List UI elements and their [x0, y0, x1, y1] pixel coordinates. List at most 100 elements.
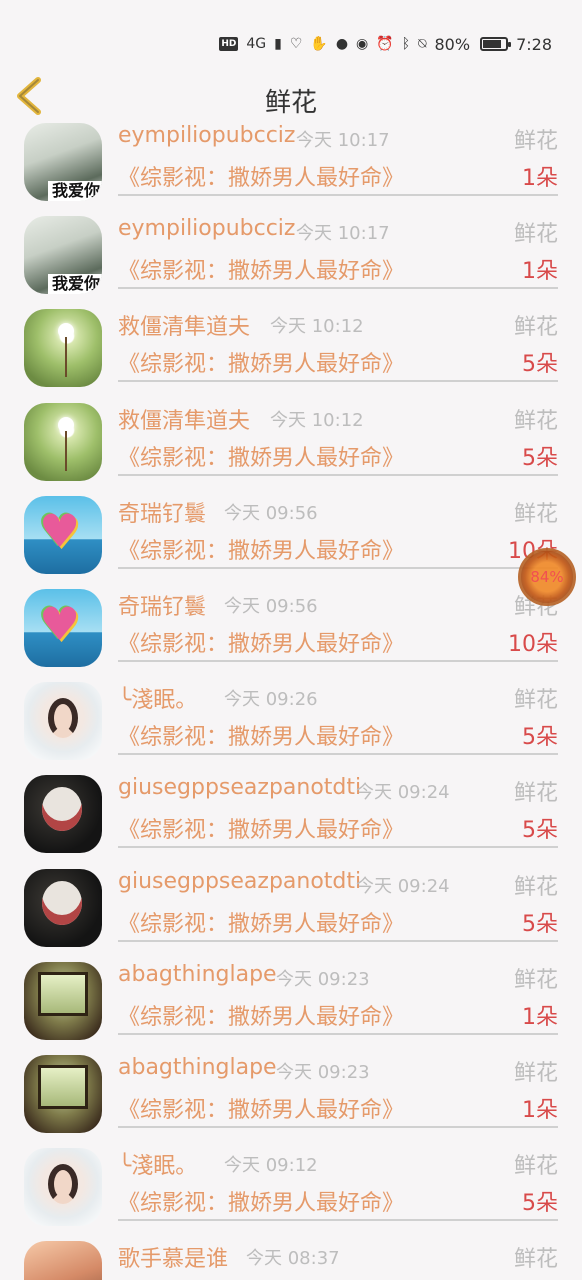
flower-list: 我爱你 eympiliopubcciz 今天 10:17 鲜花 《综影视：撒娇男人最好命… [0, 118, 582, 1280]
user-name[interactable]: ╰淺眠。 [118, 1148, 197, 1180]
program-title[interactable]: 《综影视：撒娇男人最好命》 [118, 999, 404, 1031]
alarm-icon: ⏰ [376, 36, 394, 52]
gift-type-label: 鲜花 [513, 781, 558, 807]
list-item[interactable]: giusegppseazpanotdti 今天 09:24 鲜花 《综影视：撒娇男人最… [0, 770, 582, 863]
user-name[interactable]: 救僵清隼道夫 [118, 309, 250, 341]
gift-type-label: 鲜花 [513, 129, 558, 154]
user-name[interactable]: giusegppseazpanotdti [118, 869, 361, 894]
divider [118, 1125, 558, 1128]
program-title[interactable]: 《综影视：撒娇男人最好命》 [118, 1185, 404, 1217]
avatar[interactable]: ♥ [24, 588, 102, 667]
user-name[interactable]: eympiliopubcciz [118, 123, 295, 148]
program-title[interactable]: 《综影视：撒娇男人最好命》 [118, 346, 404, 378]
user-name[interactable]: 奇瑞钌鬟 [118, 496, 206, 528]
face-shape [42, 787, 82, 832]
battery-level [483, 40, 501, 48]
list-item[interactable]: giusegppseazpanotdti 今天 09:24 鲜花《综影视：撒娇男人最… [0, 864, 582, 957]
user-name[interactable]: 歌手慕是谁 [118, 1241, 228, 1273]
user-name[interactable]: ╰淺眠。 [118, 682, 197, 714]
battery-icon [480, 37, 512, 51]
face-shape [42, 880, 82, 925]
face-shape [48, 1164, 78, 1205]
list-item[interactable]: 我爱你 eympiliopubcciz 今天 10:17 鲜花 《综影视：撒娇男人最好命… [0, 211, 582, 304]
flower-count: 1朵 [522, 166, 558, 191]
timestamp: 今天 09:12 [224, 1155, 318, 1177]
gift-type-label: 鲜花 [513, 874, 558, 900]
program-title[interactable]: 《综影视：撒娇男人最好命》 [118, 626, 404, 658]
avatar[interactable] [24, 1241, 102, 1280]
network-label: 4G [246, 36, 267, 52]
flower-count: 5朵 [522, 352, 558, 378]
divider [118, 380, 558, 383]
timestamp: 今天 08:37 [246, 1248, 340, 1270]
gift-type-label: 鲜花 [513, 222, 558, 248]
flower-count: 5朵 [522, 911, 558, 937]
divider [118, 1219, 558, 1222]
avatar[interactable]: 我爱你 [24, 123, 102, 201]
stem-shape [65, 430, 67, 471]
list-item[interactable]: ╰淺眠。 今天 09:26 鲜花 《综影视：撒娇男人最好命》 5朵 [0, 677, 582, 770]
timestamp: 今天 09:23 [276, 968, 370, 990]
flower-count: 5朵 [522, 725, 558, 751]
header: 鲜花 [0, 70, 582, 122]
timestamp: 今天 09:24 [356, 875, 450, 897]
avatar-caption: 我爱你 [48, 274, 102, 295]
user-name[interactable]: eympiliopubcciz [118, 216, 295, 241]
shield-icon: ♡ [289, 36, 303, 52]
clock: 7:28 [516, 34, 552, 54]
program-title[interactable]: 《综影视：撒娇男人最好命》 [118, 533, 404, 565]
list-item[interactable]: 救僵清隼道夫 今天 10:12 鲜花 《综影视：撒娇男人最好命》 5朵 [0, 398, 582, 491]
avatar[interactable] [24, 961, 102, 1040]
divider [118, 287, 558, 290]
list-item[interactable]: abagthinglape 今天 09:23 鲜花 《综影视：撒娇男人最好命》 1朵 [0, 957, 582, 1050]
list-item[interactable]: abagthinglape 今天 09:23 鲜花 《综影视：撒娇男人最好命》 1朵 [0, 1050, 582, 1143]
program-title[interactable]: 《综影视：撒娇男人最好命》 [118, 253, 404, 285]
timestamp: 今天 09:56 [224, 595, 318, 617]
flower-count: 1朵 [522, 259, 558, 285]
avatar[interactable] [24, 775, 102, 854]
avatar[interactable] [24, 682, 102, 761]
user-name[interactable]: abagthinglape [118, 962, 277, 987]
avatar[interactable] [24, 402, 102, 481]
list-item[interactable]: 救僵清隼道夫 今天 10:12 鲜花 《综影视：撒娇男人最好命》 5朵 [0, 304, 582, 397]
avatar[interactable] [24, 1148, 102, 1227]
battery-percent: 80% [434, 34, 471, 54]
program-title[interactable]: 《综影视：撒娇男人最好命》 [118, 160, 404, 192]
page-title: 鲜花 [264, 88, 317, 118]
user-name[interactable]: 救僵清隼道夫 [118, 403, 250, 435]
timestamp: 今天 10:17 [296, 130, 390, 151]
list-item[interactable]: ♥奇瑞钌鬟今天 09:56鲜花《综影视：撒娇男人最好命》10朵 [0, 491, 582, 584]
eye-icon: ◉ [356, 36, 369, 52]
divider [118, 659, 558, 662]
avatar-caption: 我爱你 [48, 181, 102, 201]
window-shape [38, 1064, 88, 1109]
gift-type-label: 鲜花 [513, 1247, 558, 1273]
avatar[interactable] [24, 309, 102, 388]
hd-icon: HD [219, 37, 239, 51]
list-item[interactable]: ╰淺眠。 今天 09:12 鲜花 《综影视：撒娇男人最好命》 5朵 [0, 1143, 582, 1236]
bluetooth-icon: ᛒ [401, 36, 411, 52]
list-item[interactable]: 我爱你 eympiliopubcciz 今天 10:17 鲜花《综影视：撒娇男人最好命… [0, 118, 582, 211]
divider [118, 194, 558, 196]
qq-icon: ● [335, 36, 349, 52]
program-title[interactable]: 《综影视：撒娇男人最好命》 [118, 906, 404, 938]
gift-type-label: 鲜花 [513, 1060, 558, 1086]
avatar[interactable] [24, 1054, 102, 1133]
program-title[interactable]: 《综影视：撒娇男人最好命》 [118, 812, 404, 844]
divider [118, 846, 558, 849]
flower-count: 10朵 [508, 631, 558, 657]
program-title[interactable]: 《综影视：撒娇男人最好命》 [118, 1092, 404, 1124]
user-name[interactable]: abagthinglape [118, 1055, 277, 1080]
program-title[interactable]: 《综影视：撒娇男人最好命》 [118, 719, 404, 751]
avatar[interactable]: 我爱你 [24, 216, 102, 295]
list-item[interactable]: ♥奇瑞钌鬟今天 09:56鲜花《综影视：撒娇男人最好命》10朵 [0, 584, 582, 677]
avatar[interactable]: ♥ [24, 495, 102, 574]
list-item[interactable]: 歌手慕是谁 今天 08:37 鲜花 [0, 1236, 582, 1280]
avatar[interactable] [24, 868, 102, 947]
user-name[interactable]: giusegppseazpanotdti [118, 775, 361, 800]
timestamp: 今天 09:23 [276, 1061, 370, 1083]
timestamp: 今天 09:56 [224, 502, 318, 524]
user-name[interactable]: 奇瑞钌鬟 [118, 589, 206, 621]
program-title[interactable]: 《综影视：撒娇男人最好命》 [118, 440, 404, 472]
floating-widget[interactable]: 84% [518, 548, 576, 606]
